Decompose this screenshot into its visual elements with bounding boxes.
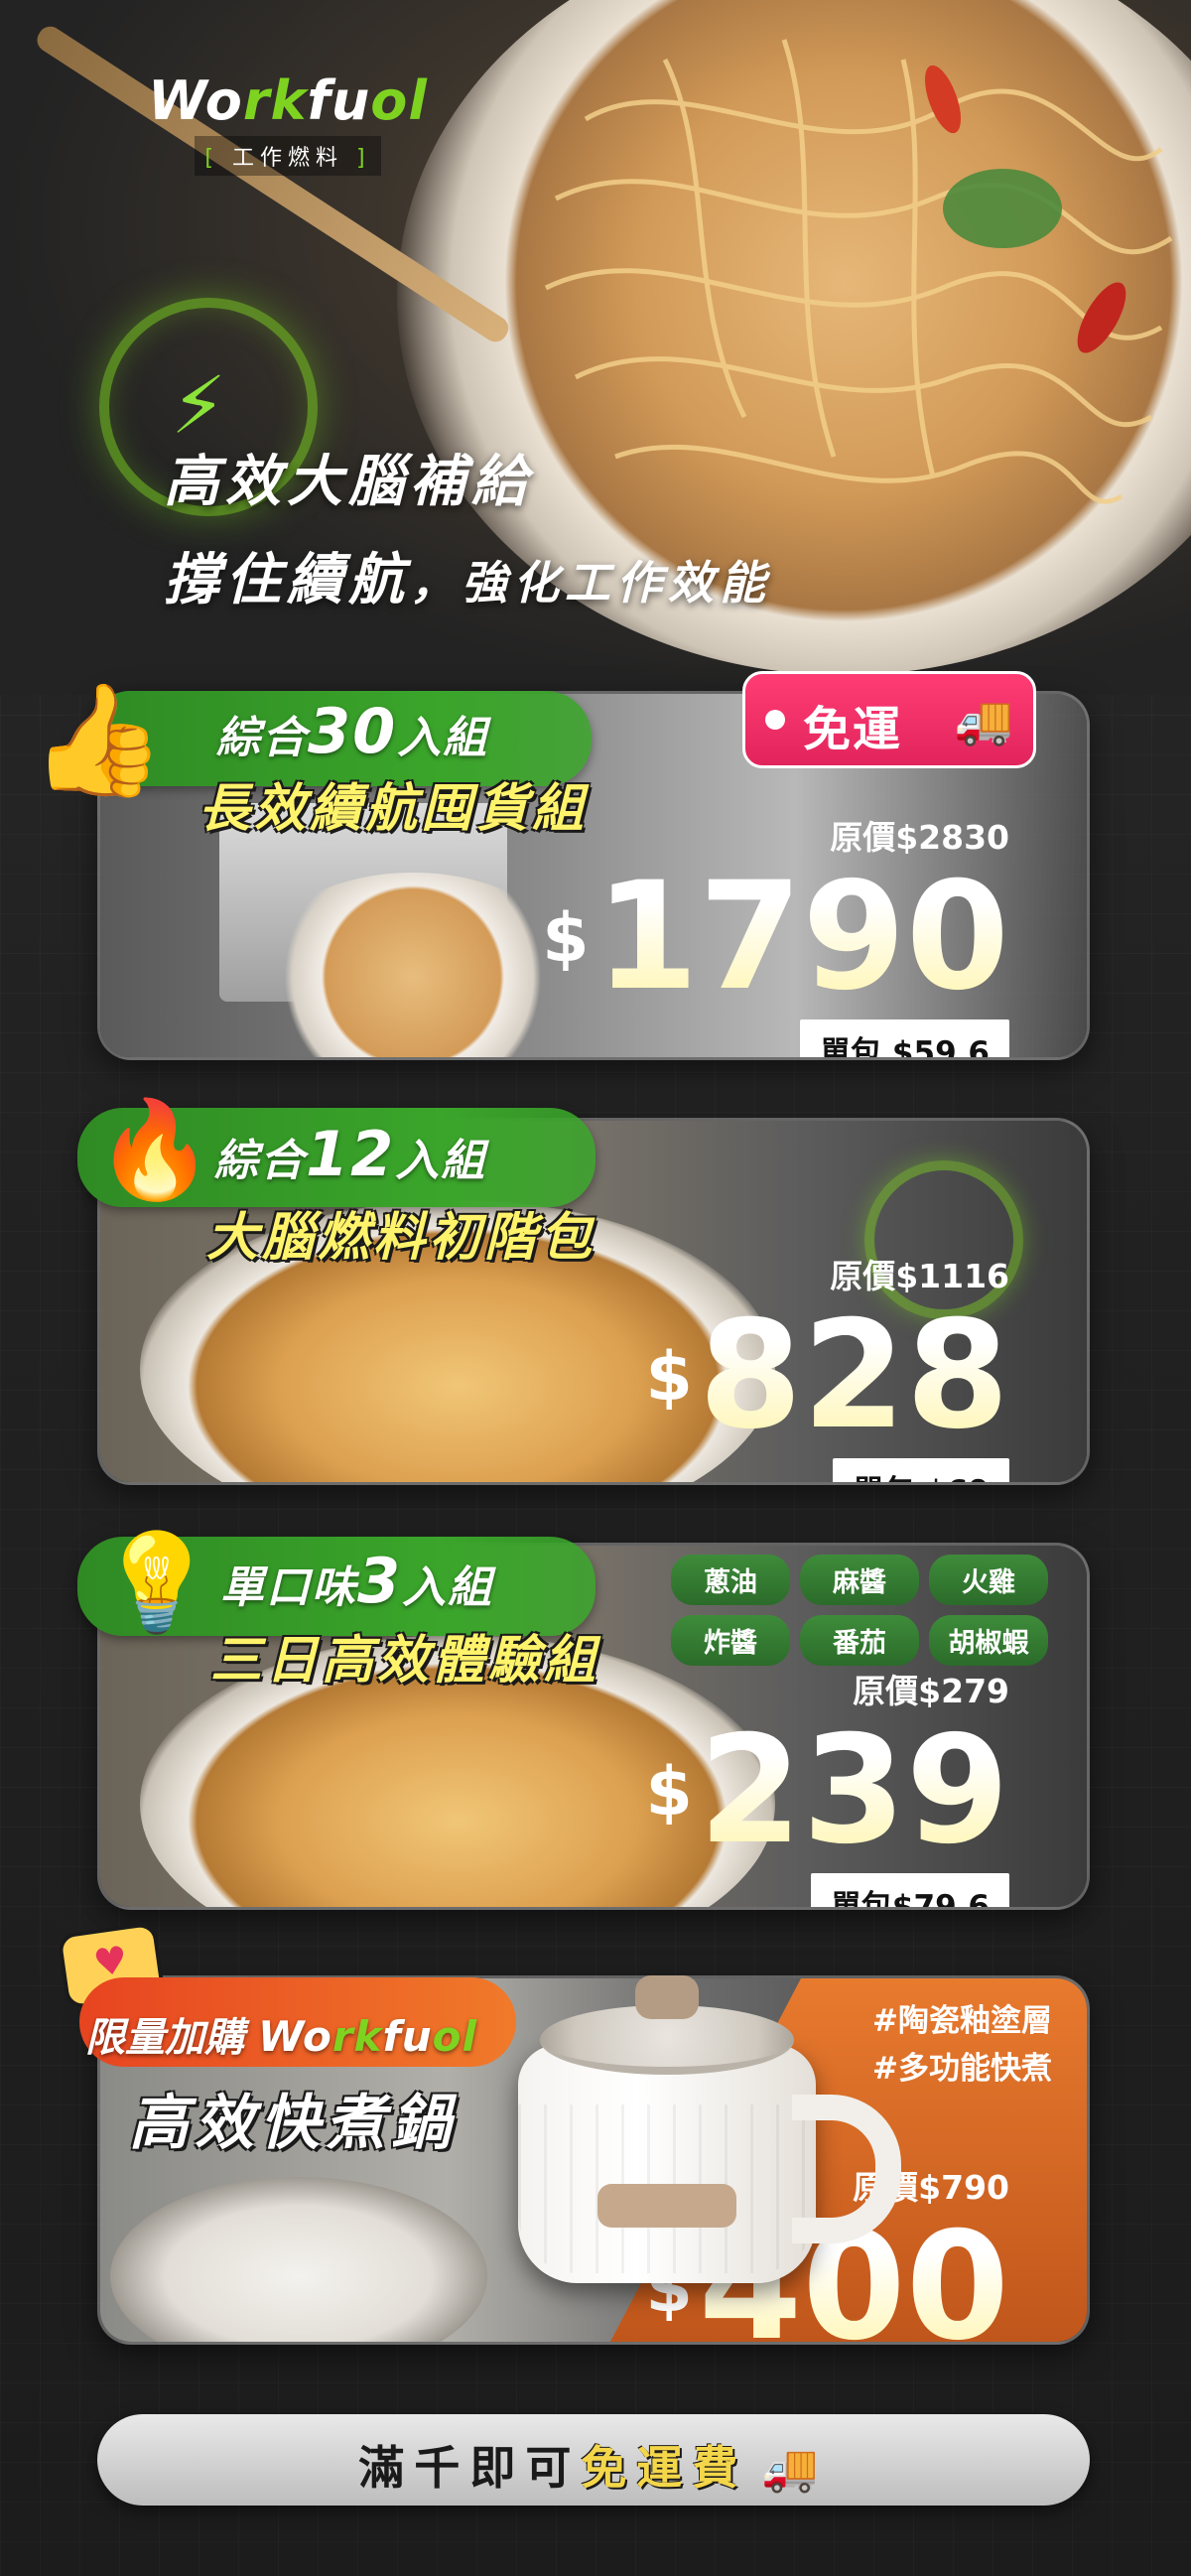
price-block-30: 原價$2830 $1790 單包 $59.6 <box>542 811 1009 1057</box>
flavor-tag: 火雞 <box>929 1555 1048 1605</box>
kettle-image <box>518 1975 901 2283</box>
unit-price: 單包$79.6 <box>810 1873 1009 1907</box>
badge-label: 免運 <box>803 702 903 757</box>
headline-line-1: 高效大腦補給 <box>164 450 533 514</box>
truck-icon: 🚚 <box>954 693 1015 748</box>
unit-price: 單包 $69 <box>833 1458 1009 1482</box>
flavor-tag: 麻醬 <box>800 1555 919 1605</box>
truck-icon: 🚚 <box>761 2441 829 2495</box>
sale-price: $239 <box>645 1704 1009 1877</box>
price-block-3: 原價$279 $239 單包$79.6 <box>645 1665 1009 1907</box>
footer-highlight: 免運費 <box>581 2441 748 2495</box>
sale-price: $1790 <box>542 851 1009 1023</box>
flavor-tag: 蔥油 <box>671 1555 790 1605</box>
flavor-tag: 番茄 <box>800 1615 919 1666</box>
brand-logo: Workfuol [ 工作燃料 ] <box>129 69 447 176</box>
lightbulb-icon: 💡 <box>97 1527 216 1638</box>
addon-product-name: 高效快煮鍋 <box>129 2089 457 2158</box>
campfire-icon: 🔥 <box>95 1094 214 1205</box>
headline-line-2: 撐住續航，強化工作效能 <box>164 548 771 612</box>
tag-multifunction: #多功能快煮 <box>872 2051 1052 2088</box>
bundle-title-30: 綜合30入組 <box>216 695 489 767</box>
flavor-tag: 胡椒蝦 <box>929 1615 1048 1666</box>
logo-subtitle: [ 工作燃料 ] <box>195 136 381 176</box>
free-shipping-badge: 免運 🚚 <box>742 671 1036 768</box>
flavor-list: 蔥油 麻醬 火雞 炸醬 番茄 胡椒蝦 <box>671 1555 1048 1666</box>
hero-headline: 高效大腦補給 撐住續航，強化工作效能 <box>164 437 771 615</box>
logo-wordmark: Workfuol <box>148 69 428 132</box>
thumbs-up-icon: 👍 <box>30 676 166 803</box>
bundle-subtitle-12: 大腦燃料初階包 <box>206 1208 596 1268</box>
sale-price: $828 <box>645 1289 1009 1462</box>
tag-ceramic: #陶瓷釉塗層 <box>872 2003 1052 2039</box>
footer-text: 滿千即可 <box>358 2441 582 2495</box>
promo-page: Workfuol [ 工作燃料 ] ⚡ 高效大腦補給 撐住續航，強化工作效能 原… <box>0 0 1191 2576</box>
addon-label: 限量加購 Workfuol <box>85 2012 477 2061</box>
bundle-title-3: 單口味3入組 <box>220 1545 494 1617</box>
bundle-subtitle-30: 長效續航囤貨組 <box>198 779 589 839</box>
bundle-title-12: 綜合12入組 <box>214 1118 487 1190</box>
hero-banner: Workfuol [ 工作燃料 ] ⚡ 高效大腦補給 撐住續航，強化工作效能 <box>0 0 1191 695</box>
promo-brand: Workfuol <box>257 2012 477 2061</box>
price-block-12: 原價$1116 $828 單包 $69 <box>645 1250 1009 1482</box>
free-shipping-banner[interactable]: 滿千即可免運費 🚚 <box>97 2414 1090 2506</box>
flavor-tag: 炸醬 <box>671 1615 790 1666</box>
tag-hole <box>765 710 785 730</box>
bundle-subtitle-3: 三日高效體驗組 <box>210 1631 600 1691</box>
product-tags: #陶瓷釉塗層 #多功能快煮 <box>872 1997 1052 2093</box>
unit-price: 單包 $59.6 <box>800 1019 1009 1057</box>
